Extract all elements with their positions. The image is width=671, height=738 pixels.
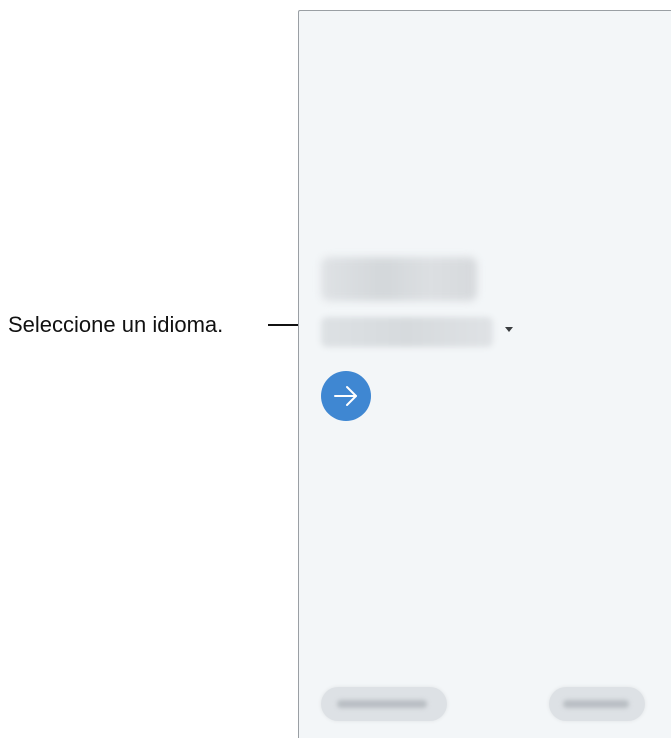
manual-page: Seleccione un idioma. xyxy=(0,0,671,738)
arrow-right-icon xyxy=(334,386,357,406)
emergency-call-button[interactable] xyxy=(321,687,447,721)
callout-label: Seleccione un idioma. xyxy=(8,312,224,337)
blurred-button-text xyxy=(563,700,629,708)
phone-screen xyxy=(298,10,671,738)
blurred-button-text xyxy=(337,700,427,708)
chevron-down-icon[interactable] xyxy=(505,327,513,332)
accessibility-button[interactable] xyxy=(549,687,645,721)
blurred-welcome-title xyxy=(321,257,477,301)
language-selector[interactable] xyxy=(321,317,493,347)
next-button[interactable] xyxy=(321,371,371,421)
